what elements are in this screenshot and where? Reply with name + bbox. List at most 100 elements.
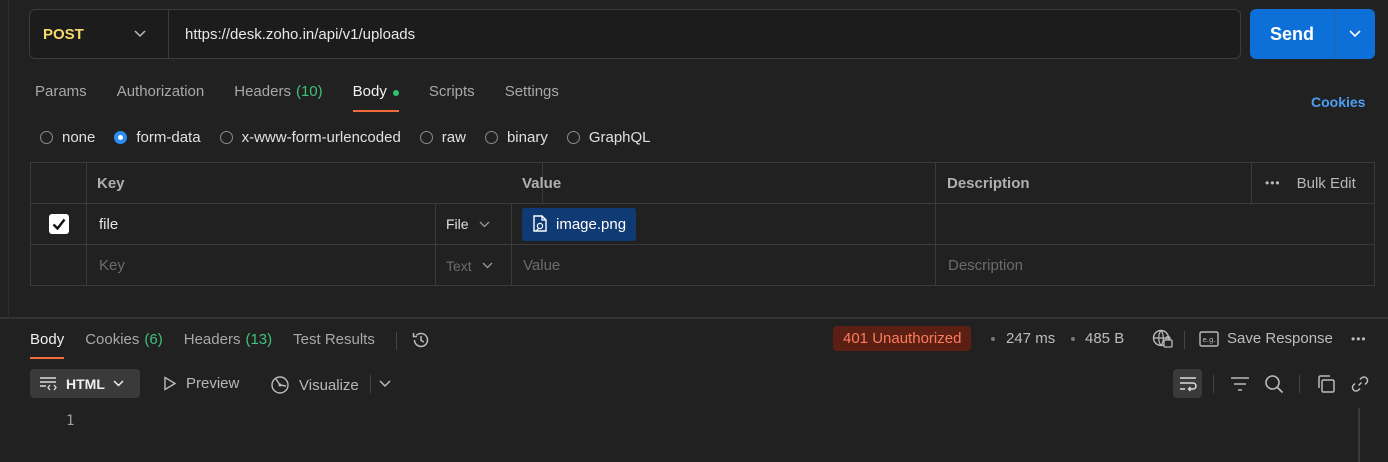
chevron-down-icon — [379, 380, 391, 388]
meta-separator — [991, 337, 995, 341]
file-name: image.png — [556, 215, 627, 233]
search-icon — [1264, 374, 1283, 393]
response-size[interactable]: 485 B — [1085, 330, 1124, 347]
row-enable-cell — [31, 245, 87, 286]
tab-body[interactable]: Body — [352, 80, 400, 112]
format-select[interactable]: HTML — [30, 369, 140, 398]
response-tabs: Body Cookies (6) Headers (13) Test Results — [30, 329, 431, 359]
tab-settings[interactable]: Settings — [505, 80, 559, 112]
response-tab-test-results[interactable]: Test Results — [293, 329, 375, 359]
chevron-down-icon — [482, 262, 493, 269]
file-chip[interactable]: image.png — [522, 207, 637, 241]
chevron-down-icon — [479, 221, 490, 227]
form-data-table: Key Value Description ••• Bulk Edit file… — [30, 162, 1375, 286]
type-select[interactable]: Text — [436, 245, 512, 286]
radio-raw[interactable]: raw — [419, 129, 466, 146]
check-icon — [52, 218, 65, 230]
file-image-icon — [533, 215, 547, 232]
send-button-group: Send — [1250, 9, 1375, 59]
play-icon — [164, 376, 177, 391]
sidebar-edge — [0, 0, 9, 317]
header-value: Value — [512, 163, 936, 203]
url-input[interactable]: https://desk.zoho.in/api/v1/uploads — [169, 26, 415, 43]
row-enabled-checkbox[interactable] — [48, 214, 69, 234]
radio-urlencoded[interactable]: x-www-form-urlencoded — [219, 129, 401, 146]
method-select[interactable]: POST — [30, 10, 169, 58]
row-enable-cell — [31, 204, 87, 244]
description-input[interactable] — [936, 204, 1376, 244]
value-placeholder[interactable]: Value — [512, 245, 936, 286]
value-cell: image.png — [512, 204, 936, 244]
line-number: 1 — [66, 413, 75, 429]
scrollbar[interactable] — [1358, 408, 1360, 462]
radio-graphql[interactable]: GraphQL — [566, 129, 651, 146]
table-row: file File image.png — [31, 204, 1374, 245]
copy-icon — [1317, 374, 1335, 393]
key-input[interactable]: file — [87, 204, 436, 244]
pane-divider[interactable] — [0, 317, 1388, 319]
visualize-icon — [271, 376, 289, 394]
visualize-button[interactable]: Visualize — [270, 375, 359, 395]
link-button[interactable] — [1345, 369, 1374, 398]
separator — [370, 375, 371, 393]
separator — [1184, 331, 1185, 349]
headers-count: (10) — [295, 83, 323, 100]
radio-form-data[interactable]: form-data — [114, 129, 201, 146]
radio-circle — [40, 130, 53, 144]
tab-params[interactable]: Params — [35, 80, 87, 112]
radio-circle — [219, 130, 233, 144]
filter-button[interactable] — [1225, 369, 1254, 398]
chevron-down-icon — [113, 380, 124, 387]
svg-text:e.g.: e.g. — [1203, 336, 1216, 344]
response-tab-body[interactable]: Body — [30, 329, 65, 359]
search-button[interactable] — [1259, 369, 1288, 398]
save-example-icon: e.g. — [1199, 330, 1219, 347]
wrap-lines-button[interactable] — [1173, 369, 1202, 398]
response-tab-headers[interactable]: Headers (13) — [184, 329, 272, 359]
radio-none[interactable]: none — [40, 129, 95, 146]
radio-binary[interactable]: binary — [484, 129, 548, 146]
code-format-icon — [40, 376, 57, 390]
radio-circle — [419, 130, 433, 144]
visualize-dropdown[interactable] — [379, 380, 391, 388]
chevron-down-icon — [1349, 30, 1361, 38]
radio-circle — [566, 130, 580, 144]
body-modified-indicator — [392, 90, 399, 96]
separator — [395, 332, 397, 350]
more-icon: ••• — [1265, 176, 1281, 190]
status-badge[interactable]: 401 Unauthorized — [833, 326, 972, 351]
separator — [1213, 375, 1214, 393]
send-button[interactable]: Send — [1250, 9, 1334, 59]
separator — [1299, 375, 1300, 393]
radio-circle-selected — [114, 130, 128, 144]
meta-separator — [1071, 337, 1075, 341]
history-icon[interactable] — [411, 330, 431, 359]
cookies-link[interactable]: Cookies — [1311, 94, 1365, 110]
url-bar: POST https://desk.zoho.in/api/v1/uploads — [29, 9, 1241, 59]
send-options-button[interactable] — [1334, 9, 1375, 59]
copy-button[interactable] — [1311, 369, 1340, 398]
bulk-edit-button[interactable]: ••• Bulk Edit — [1252, 163, 1376, 203]
save-response-button[interactable]: e.g. Save Response — [1199, 330, 1333, 347]
link-icon — [1351, 375, 1368, 392]
method-label: POST — [43, 25, 84, 43]
description-placeholder[interactable]: Description — [936, 245, 1376, 286]
network-lock-icon[interactable] — [1152, 329, 1174, 349]
header-check-cell — [31, 163, 87, 203]
key-placeholder[interactable]: Key — [87, 245, 436, 286]
chevron-down-icon — [134, 30, 146, 38]
tab-authorization[interactable]: Authorization — [117, 80, 205, 112]
response-tab-cookies[interactable]: Cookies (6) — [85, 329, 163, 359]
header-key: Key — [87, 163, 543, 203]
request-tabs: Params Authorization Headers (10) Body S… — [35, 80, 589, 112]
table-header-row: Key Value Description ••• Bulk Edit — [31, 163, 1374, 204]
radio-circle — [484, 130, 498, 144]
header-description: Description — [936, 163, 1252, 203]
preview-button[interactable]: Preview — [163, 375, 239, 392]
response-time[interactable]: 247 ms — [1006, 330, 1055, 347]
tab-headers[interactable]: Headers (10) — [234, 80, 322, 112]
more-options-icon[interactable]: ••• — [1351, 332, 1367, 346]
type-select[interactable]: File — [436, 204, 512, 244]
filter-icon — [1230, 376, 1249, 391]
tab-scripts[interactable]: Scripts — [429, 80, 475, 112]
